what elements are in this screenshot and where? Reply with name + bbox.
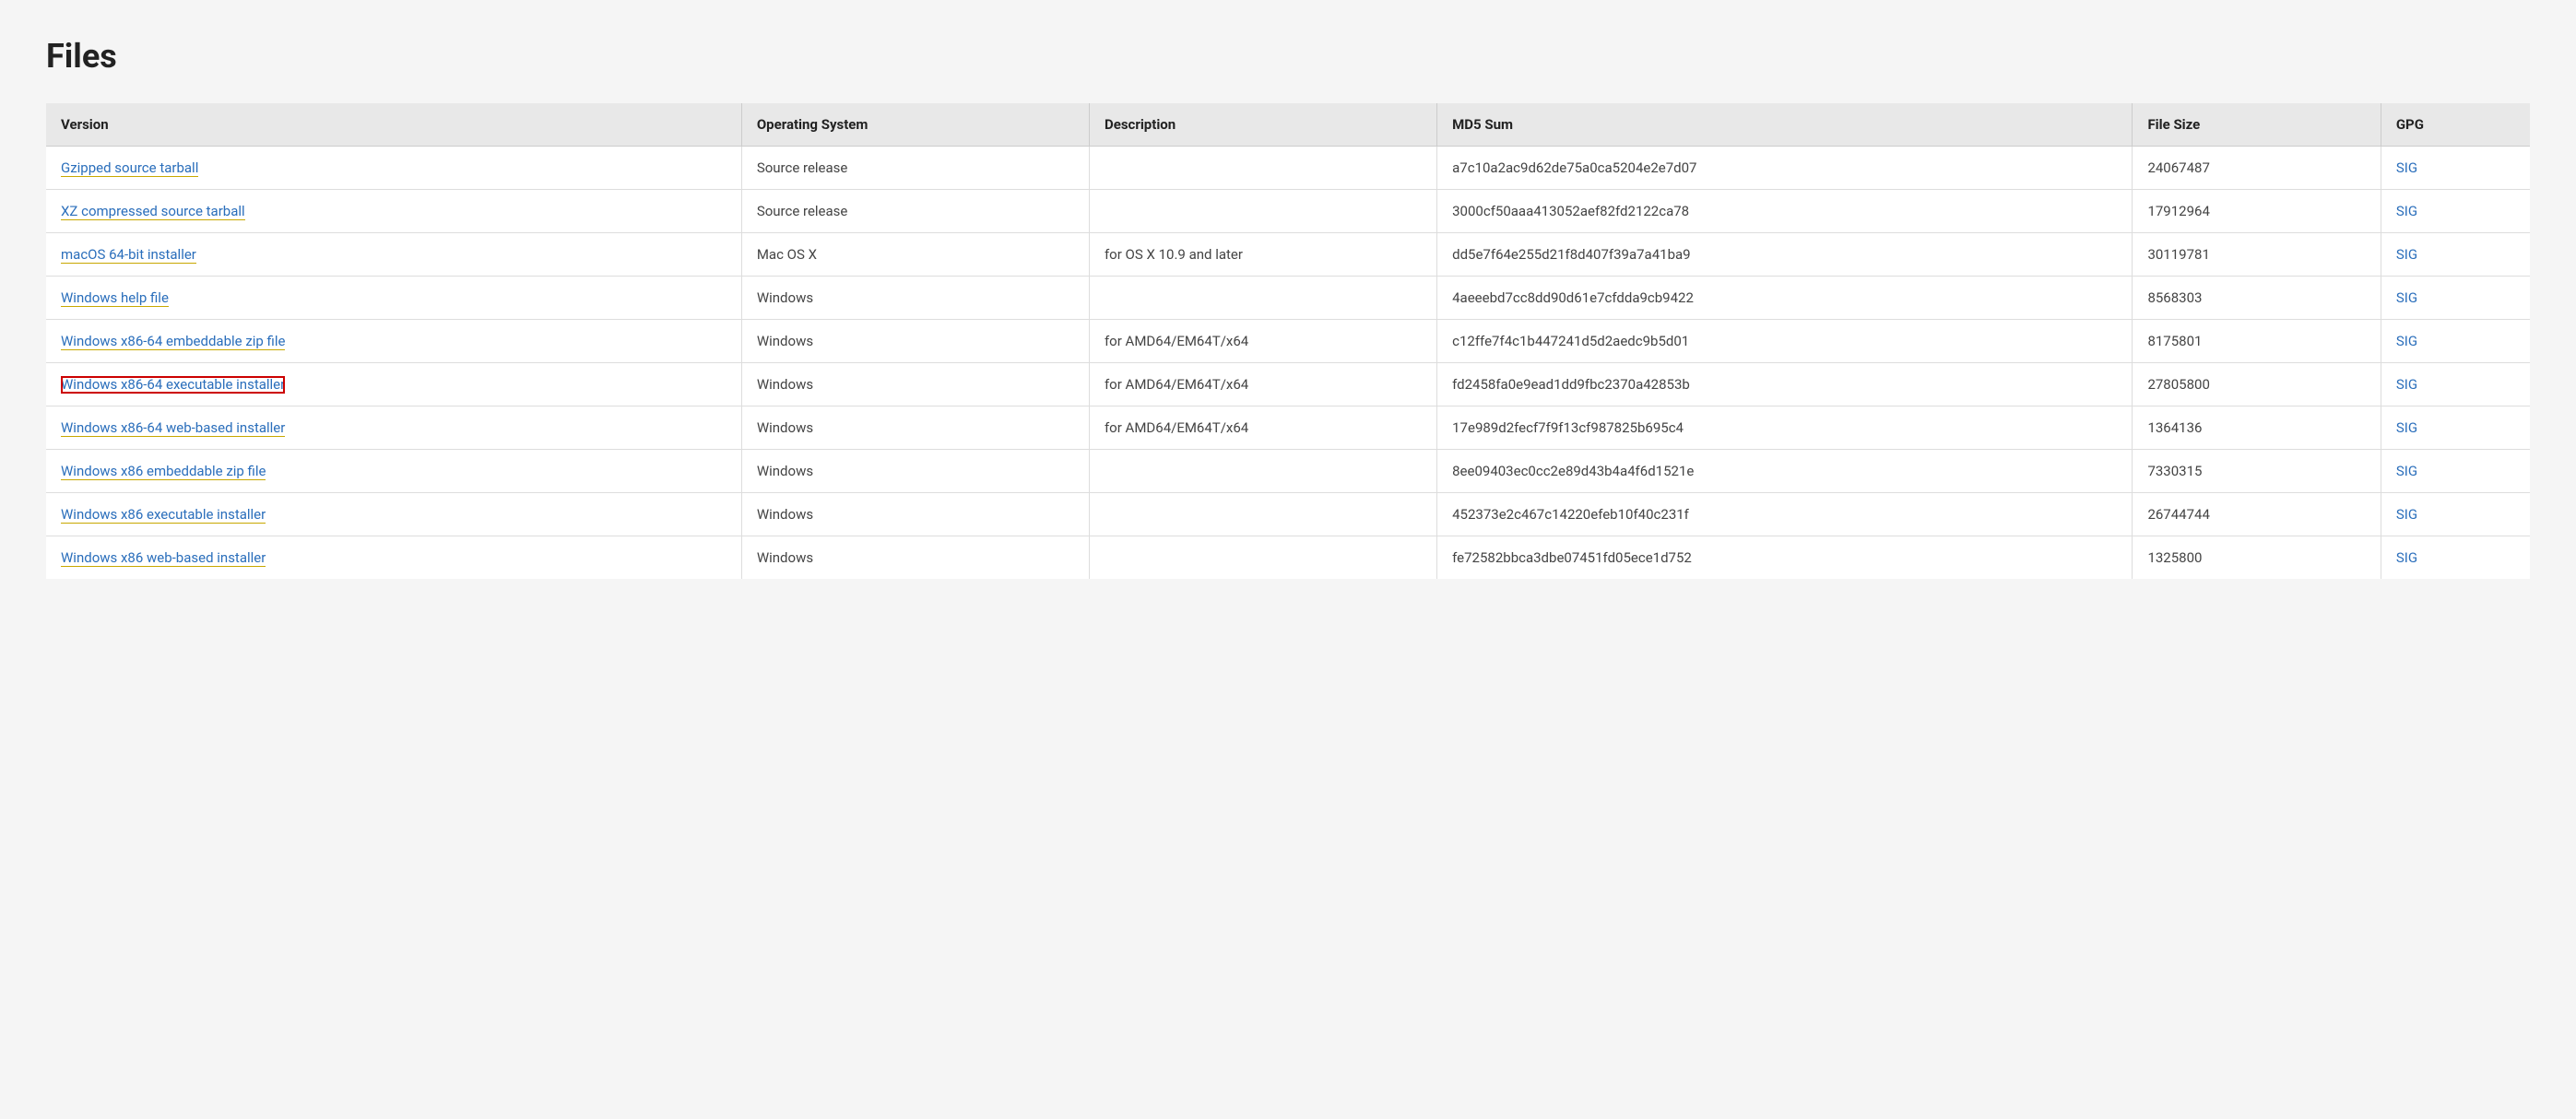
cell-filesize: 17912964 xyxy=(2133,190,2381,233)
cell-md5: 452373e2c467c14220efeb10f40c231f xyxy=(1437,493,2133,536)
cell-filesize: 8568303 xyxy=(2133,277,2381,320)
sig-link[interactable]: SIG xyxy=(2396,333,2417,349)
cell-gpg: SIG xyxy=(2381,147,2530,190)
cell-md5: a7c10a2ac9d62de75a0ca5204e2e7d07 xyxy=(1437,147,2133,190)
cell-version: macOS 64-bit installer xyxy=(46,233,741,277)
cell-filesize: 1325800 xyxy=(2133,536,2381,580)
sig-link[interactable]: SIG xyxy=(2396,289,2417,306)
header-os: Operating System xyxy=(741,103,1089,147)
cell-version: Windows x86-64 embeddable zip file xyxy=(46,320,741,363)
files-table: Version Operating System Description MD5… xyxy=(46,103,2530,579)
sig-link[interactable]: SIG xyxy=(2396,376,2417,393)
cell-gpg: SIG xyxy=(2381,320,2530,363)
cell-os: Windows xyxy=(741,277,1089,320)
cell-description: for AMD64/EM64T/x64 xyxy=(1089,363,1436,406)
file-link[interactable]: Windows x86-64 embeddable zip file xyxy=(61,333,285,350)
header-gpg: GPG xyxy=(2381,103,2530,147)
cell-filesize: 8175801 xyxy=(2133,320,2381,363)
cell-os: Source release xyxy=(741,190,1089,233)
table-row: Windows x86-64 embeddable zip file Window… xyxy=(46,320,2530,363)
sig-link[interactable]: SIG xyxy=(2396,159,2417,176)
cell-description xyxy=(1089,450,1436,493)
cell-description: for AMD64/EM64T/x64 xyxy=(1089,320,1436,363)
cell-md5: fd2458fa0e9ead1dd9fbc2370a42853b xyxy=(1437,363,2133,406)
table-row: Windows x86-64 web-based installer Window… xyxy=(46,406,2530,450)
cell-os: Source release xyxy=(741,147,1089,190)
table-row: XZ compressed source tarball Source relea… xyxy=(46,190,2530,233)
cell-description xyxy=(1089,493,1436,536)
file-link[interactable]: Windows x86-64 executable installer xyxy=(61,376,285,394)
cell-os: Windows xyxy=(741,363,1089,406)
cell-md5: dd5e7f64e255d21f8d407f39a7a41ba9 xyxy=(1437,233,2133,277)
cell-version: Windows x86-64 web-based installer xyxy=(46,406,741,450)
cell-version: Windows x86 executable installer xyxy=(46,493,741,536)
cell-gpg: SIG xyxy=(2381,190,2530,233)
cell-md5: 3000cf50aaa413052aef82fd2122ca78 xyxy=(1437,190,2133,233)
header-version: Version xyxy=(46,103,741,147)
cell-version: Windows x86 web-based installer xyxy=(46,536,741,580)
cell-version: Windows help file xyxy=(46,277,741,320)
sig-link[interactable]: SIG xyxy=(2396,246,2417,263)
cell-filesize: 24067487 xyxy=(2133,147,2381,190)
cell-os: Windows xyxy=(741,450,1089,493)
header-filesize: File Size xyxy=(2133,103,2381,147)
cell-os: Windows xyxy=(741,493,1089,536)
cell-description xyxy=(1089,536,1436,580)
cell-description: for OS X 10.9 and later xyxy=(1089,233,1436,277)
cell-version: XZ compressed source tarball xyxy=(46,190,741,233)
sig-link[interactable]: SIG xyxy=(2396,549,2417,566)
cell-md5: 17e989d2fecf7f9f13cf987825b695c4 xyxy=(1437,406,2133,450)
cell-gpg: SIG xyxy=(2381,363,2530,406)
cell-md5: 8ee09403ec0cc2e89d43b4a4f6d1521e xyxy=(1437,450,2133,493)
cell-filesize: 1364136 xyxy=(2133,406,2381,450)
file-link[interactable]: Windows x86-64 web-based installer xyxy=(61,419,285,437)
page-title: Files xyxy=(46,37,2530,76)
file-link[interactable]: Windows x86 executable installer xyxy=(61,506,266,524)
cell-gpg: SIG xyxy=(2381,277,2530,320)
cell-description: for AMD64/EM64T/x64 xyxy=(1089,406,1436,450)
cell-os: Mac OS X xyxy=(741,233,1089,277)
sig-link[interactable]: SIG xyxy=(2396,463,2417,479)
cell-filesize: 7330315 xyxy=(2133,450,2381,493)
table-row: Windows x86 executable installer Windows 4… xyxy=(46,493,2530,536)
cell-os: Windows xyxy=(741,536,1089,580)
sig-link[interactable]: SIG xyxy=(2396,506,2417,523)
cell-filesize: 27805800 xyxy=(2133,363,2381,406)
cell-gpg: SIG xyxy=(2381,536,2530,580)
table-row: Windows x86 embeddable zip file Windows 8e… xyxy=(46,450,2530,493)
cell-gpg: SIG xyxy=(2381,406,2530,450)
file-link[interactable]: Windows x86 embeddable zip file xyxy=(61,463,266,480)
table-header-row: Version Operating System Description MD5… xyxy=(46,103,2530,147)
cell-filesize: 26744744 xyxy=(2133,493,2381,536)
cell-description xyxy=(1089,277,1436,320)
sig-link[interactable]: SIG xyxy=(2396,203,2417,219)
cell-md5: 4aeeebd7cc8dd90d61e7cfdda9cb9422 xyxy=(1437,277,2133,320)
table-row: Gzipped source tarball Source release a7c1… xyxy=(46,147,2530,190)
cell-filesize: 30119781 xyxy=(2133,233,2381,277)
file-link[interactable]: Gzipped source tarball xyxy=(61,159,198,177)
cell-description xyxy=(1089,190,1436,233)
cell-version: Gzipped source tarball xyxy=(46,147,741,190)
cell-md5: c12ffe7f4c1b447241d5d2aedc9b5d01 xyxy=(1437,320,2133,363)
cell-os: Windows xyxy=(741,320,1089,363)
cell-description xyxy=(1089,147,1436,190)
header-description: Description xyxy=(1089,103,1436,147)
table-row: Windows x86-64 executable installer Windo… xyxy=(46,363,2530,406)
file-link[interactable]: macOS 64-bit installer xyxy=(61,246,196,264)
cell-gpg: SIG xyxy=(2381,233,2530,277)
cell-version: Windows x86-64 executable installer xyxy=(46,363,741,406)
file-link[interactable]: Windows help file xyxy=(61,289,169,307)
file-link[interactable]: XZ compressed source tarball xyxy=(61,203,245,220)
cell-md5: fe72582bbca3dbe07451fd05ece1d752 xyxy=(1437,536,2133,580)
cell-version: Windows x86 embeddable zip file xyxy=(46,450,741,493)
sig-link[interactable]: SIG xyxy=(2396,419,2417,436)
cell-os: Windows xyxy=(741,406,1089,450)
table-row: macOS 64-bit installer Mac OS Xfor OS X 1… xyxy=(46,233,2530,277)
cell-gpg: SIG xyxy=(2381,493,2530,536)
table-row: Windows help file Windows 4aeeebd7cc8dd90d… xyxy=(46,277,2530,320)
file-link[interactable]: Windows x86 web-based installer xyxy=(61,549,266,567)
header-md5: MD5 Sum xyxy=(1437,103,2133,147)
cell-gpg: SIG xyxy=(2381,450,2530,493)
table-row: Windows x86 web-based installer Windows fe… xyxy=(46,536,2530,580)
